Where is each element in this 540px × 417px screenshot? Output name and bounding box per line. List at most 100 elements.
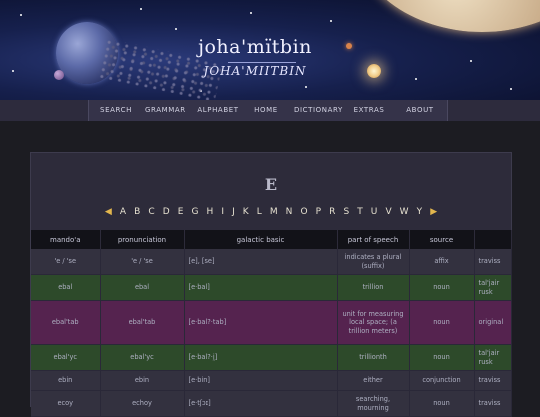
cell-mandoa: 'e / 'se — [31, 249, 101, 275]
letter-link-s[interactable]: S — [343, 207, 349, 217]
star — [330, 20, 332, 22]
star — [12, 70, 14, 72]
cell-part-of-speech: affix — [409, 249, 475, 275]
table-row[interactable]: ebal'tab ebal'tab [e·bal?·tab] unit for … — [31, 300, 512, 345]
cell-mandoa: ebal'yc — [31, 344, 101, 371]
letter-link-g[interactable]: G — [191, 207, 198, 217]
table-row[interactable]: ebal ebal [e·bal] trillion noun tal'jair… — [31, 274, 512, 301]
star — [470, 60, 472, 62]
column-header-source[interactable]: source — [409, 230, 475, 249]
cell-pronunciation: 'e / 'se — [100, 249, 185, 275]
star — [510, 88, 512, 90]
column-header-extra — [474, 230, 512, 249]
cell-galactic-basic: either — [337, 370, 410, 391]
star — [175, 28, 177, 30]
letter-link-b[interactable]: B — [134, 207, 140, 217]
cell-galactic-basic: searching, mourning — [337, 390, 410, 417]
cell-part-of-speech: noun — [409, 274, 475, 301]
column-header-part-of-speech[interactable]: part of speech — [337, 230, 410, 249]
cell-mandoa: ebin — [31, 370, 101, 391]
cell-pronunciation: echoy — [100, 390, 185, 417]
star — [250, 12, 252, 14]
letter-heading: E — [264, 175, 278, 194]
letter-link-t[interactable]: T — [357, 207, 363, 217]
letter-link-e[interactable]: E — [178, 207, 184, 217]
star — [305, 86, 307, 88]
cell-mandoa: ebal'tab — [31, 300, 101, 345]
letter-link-k[interactable]: K — [243, 207, 249, 217]
cell-galactic-basic: unit for measuring local space; (a trill… — [337, 300, 410, 345]
nav-home[interactable]: HOME — [252, 100, 280, 121]
letter-link-w[interactable]: W — [400, 207, 409, 217]
letter-link-m[interactable]: M — [270, 207, 278, 217]
cell-ipa: [e·bal?·tab] — [184, 300, 338, 345]
column-header-mandoa[interactable]: mando'a — [31, 230, 101, 249]
letter-link-o[interactable]: O — [300, 207, 307, 217]
cell-source: traviss — [474, 249, 512, 275]
table-row[interactable]: 'e / 'se 'e / 'se [e], [se] indicates a … — [31, 249, 512, 275]
letter-link-h[interactable]: H — [207, 207, 214, 217]
letter-link-j[interactable]: J — [232, 207, 235, 217]
cell-part-of-speech: noun — [409, 300, 475, 345]
letter-link-u[interactable]: U — [371, 207, 378, 217]
letter-link-i[interactable]: I — [221, 207, 224, 217]
table-header-row: mando'a pronunciation galactic basic par… — [31, 230, 512, 249]
letter-link-r[interactable]: R — [329, 207, 335, 217]
dictionary-table: mando'a pronunciation galactic basic par… — [31, 230, 512, 417]
letter-link-d[interactable]: D — [163, 207, 170, 217]
star — [140, 8, 142, 10]
nav-dictionary[interactable]: DICTIONARY — [294, 100, 342, 121]
column-header-pronunciation[interactable]: pronunciation — [100, 230, 185, 249]
cell-part-of-speech: noun — [409, 344, 475, 371]
nav-grammar[interactable]: GRAMMAR — [145, 100, 185, 121]
cell-ipa: [e·bin] — [184, 370, 338, 391]
alphabet-nav: ◀ A B C D E G H I J K L M N O P R S T U … — [31, 207, 511, 217]
cell-pronunciation: ebal'tab — [100, 300, 185, 345]
site-title[interactable]: joha'mïtbin — [190, 36, 320, 58]
letter-link-y[interactable]: Y — [417, 207, 423, 217]
star — [415, 78, 417, 80]
site-subtitle: JOHA'MIITBIN — [203, 64, 307, 78]
letter-link-a[interactable]: A — [120, 207, 126, 217]
cell-source: traviss — [474, 390, 512, 417]
table-row[interactable]: ebal'yc ebal'yc [e·bal?·i̯] trillionth n… — [31, 344, 512, 371]
nav-search[interactable]: SEARCH — [99, 100, 133, 121]
cell-galactic-basic: indicates a plural (suffix) — [337, 249, 410, 275]
table-row[interactable]: ecoy echoy [e·tʃɔɪ] searching, mourning … — [31, 390, 512, 417]
letter-link-c[interactable]: C — [148, 207, 154, 217]
nav-alphabet[interactable]: ALPHABET — [196, 100, 240, 121]
cell-part-of-speech: noun — [409, 390, 475, 417]
cell-ipa: [e], [se] — [184, 249, 338, 275]
cell-source: tal'jair rusk — [474, 274, 512, 301]
cell-galactic-basic: trillionth — [337, 344, 410, 371]
table-row[interactable]: ebin ebin [e·bin] either conjunction tra… — [31, 370, 512, 391]
letter-link-p[interactable]: P — [316, 207, 321, 217]
moon-illustration — [54, 70, 64, 80]
cell-galactic-basic: trillion — [337, 274, 410, 301]
letter-link-l[interactable]: L — [257, 207, 262, 217]
cell-source: traviss — [474, 370, 512, 391]
star — [20, 14, 22, 16]
header-banner: joha'mïtbin JOHA'MIITBIN — [0, 0, 540, 100]
cell-ipa: [e·tʃɔɪ] — [184, 390, 338, 417]
cell-pronunciation: ebal — [100, 274, 185, 301]
cell-mandoa: ebal — [31, 274, 101, 301]
cell-pronunciation: ebin — [100, 370, 185, 391]
cell-mandoa: ecoy — [31, 390, 101, 417]
prev-letter-arrow-icon[interactable]: ◀ — [105, 207, 112, 217]
letter-link-n[interactable]: N — [286, 207, 293, 217]
sun-illustration — [367, 64, 381, 78]
column-header-galactic-basic[interactable]: galactic basic — [184, 230, 338, 249]
cell-ipa: [e·bal?·i̯] — [184, 344, 338, 371]
nav-about[interactable]: ABOUT — [405, 100, 435, 121]
cell-source: tal'jair rusk — [474, 344, 512, 371]
nav-extras[interactable]: EXTRAS — [353, 100, 385, 121]
next-letter-arrow-icon[interactable]: ▶ — [430, 207, 437, 217]
distant-planet — [346, 43, 352, 49]
cell-pronunciation: ebal'yc — [100, 344, 185, 371]
letter-link-v[interactable]: V — [385, 207, 391, 217]
cell-ipa: [e·bal] — [184, 274, 338, 301]
cell-part-of-speech: conjunction — [409, 370, 475, 391]
cell-source: original — [474, 300, 512, 345]
main-nav: SEARCH GRAMMAR ALPHABET HOME DICTIONARY … — [0, 100, 540, 121]
